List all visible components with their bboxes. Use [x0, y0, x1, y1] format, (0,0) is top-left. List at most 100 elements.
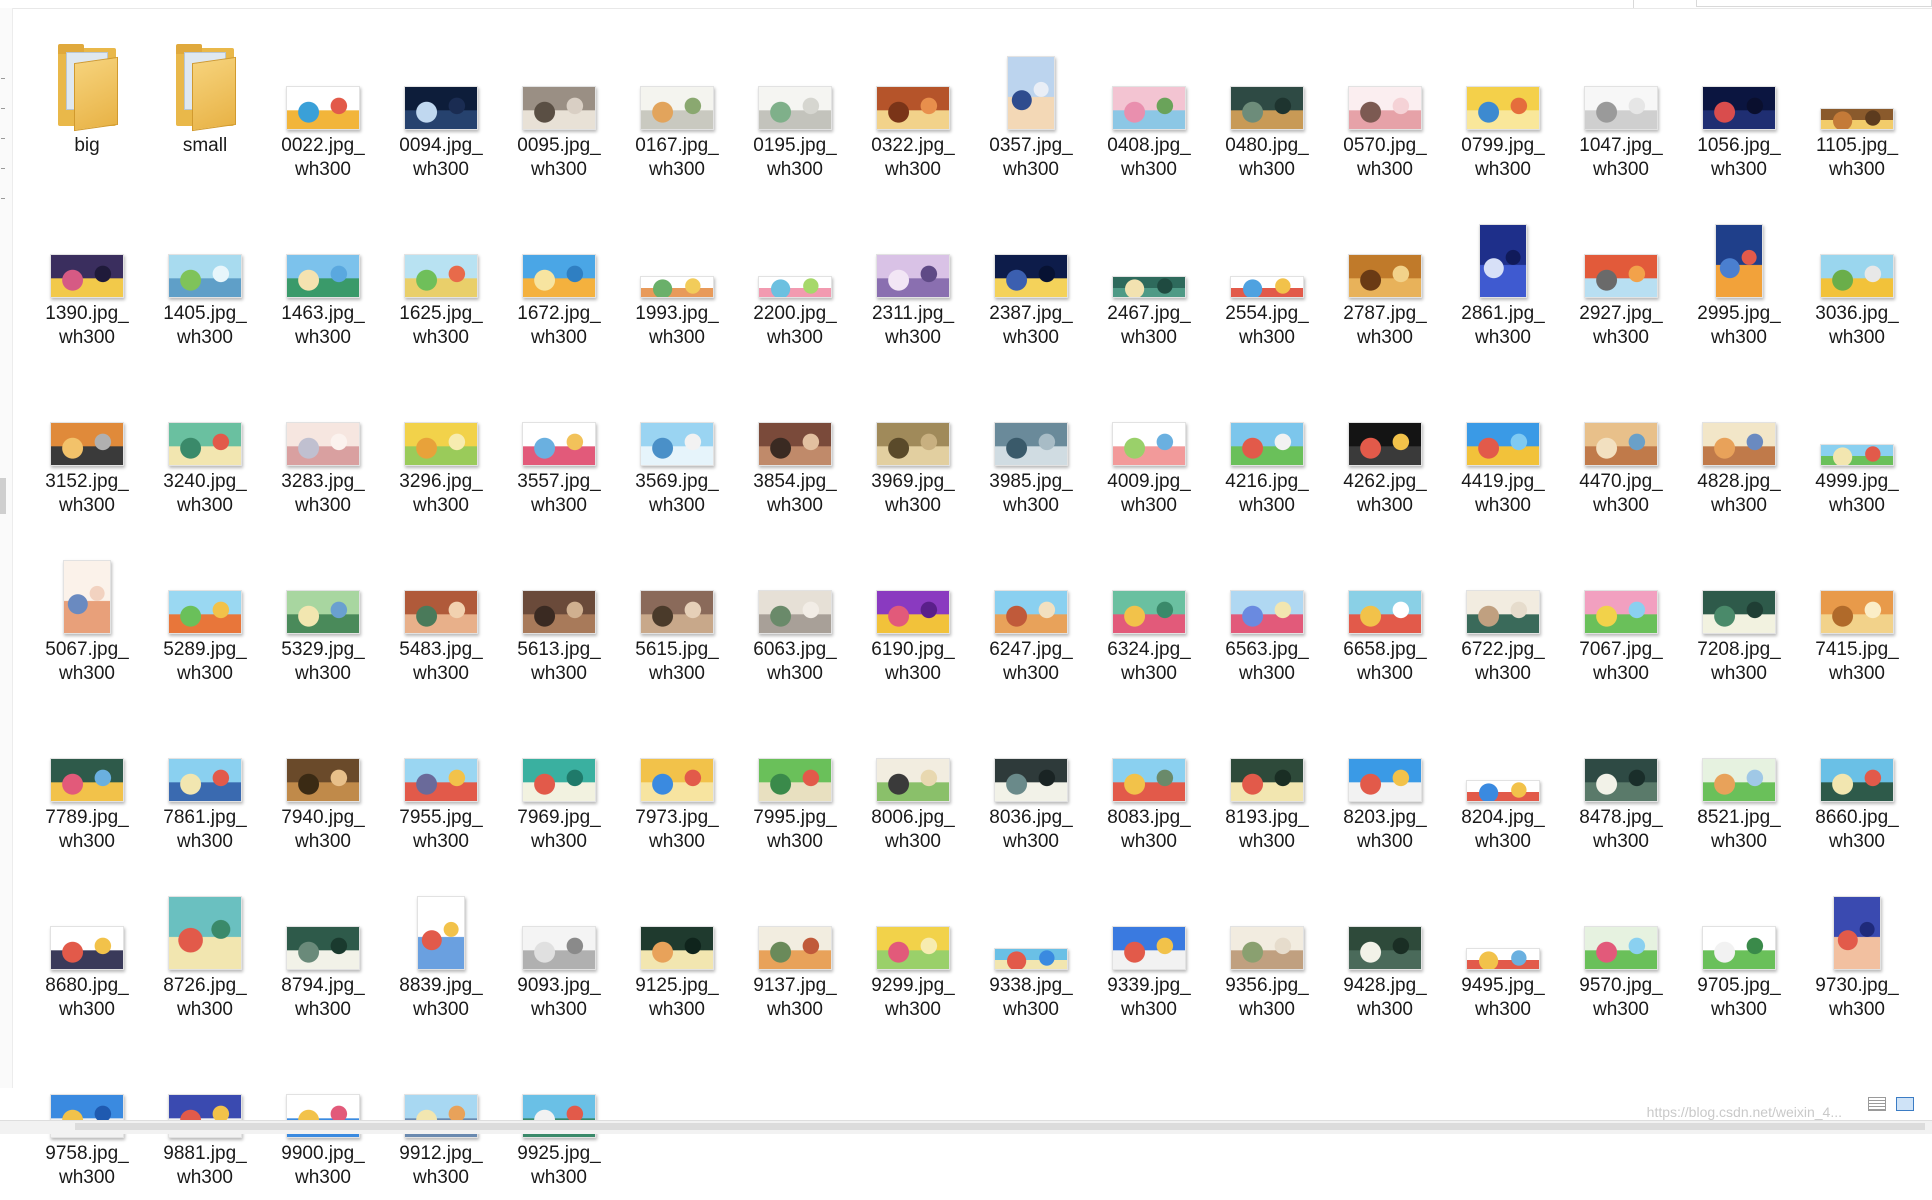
file-item[interactable]: 7861.jpg_ wh300 — [146, 696, 264, 864]
file-item[interactable]: 1047.jpg_ wh300 — [1562, 24, 1680, 192]
file-item[interactable]: 6563.jpg_ wh300 — [1208, 528, 1326, 696]
file-item[interactable]: 2200.jpg_ wh300 — [736, 192, 854, 360]
file-item[interactable]: 3557.jpg_ wh300 — [500, 360, 618, 528]
file-item[interactable]: 3240.jpg_ wh300 — [146, 360, 264, 528]
file-item[interactable]: 0167.jpg_ wh300 — [618, 24, 736, 192]
scrollbar-thumb[interactable] — [75, 1123, 1925, 1130]
file-item[interactable]: 0022.jpg_ wh300 — [264, 24, 382, 192]
file-item[interactable]: 8036.jpg_ wh300 — [972, 696, 1090, 864]
file-item[interactable]: 4828.jpg_ wh300 — [1680, 360, 1798, 528]
file-item[interactable]: 8203.jpg_ wh300 — [1326, 696, 1444, 864]
navigation-pane-edge[interactable] — [0, 8, 13, 1088]
file-item[interactable]: 1405.jpg_ wh300 — [146, 192, 264, 360]
file-item[interactable]: 8521.jpg_ wh300 — [1680, 696, 1798, 864]
file-item[interactable]: 3152.jpg_ wh300 — [28, 360, 146, 528]
file-item[interactable]: 7067.jpg_ wh300 — [1562, 528, 1680, 696]
file-item[interactable]: 0408.jpg_ wh300 — [1090, 24, 1208, 192]
file-item[interactable]: 7969.jpg_ wh300 — [500, 696, 618, 864]
file-item[interactable]: 4216.jpg_ wh300 — [1208, 360, 1326, 528]
file-item[interactable]: 8083.jpg_ wh300 — [1090, 696, 1208, 864]
file-item[interactable]: 5067.jpg_ wh300 — [28, 528, 146, 696]
file-item[interactable]: 1463.jpg_ wh300 — [264, 192, 382, 360]
file-item[interactable]: 9758.jpg_ wh300 — [28, 1032, 146, 1200]
file-item[interactable]: 9912.jpg_ wh300 — [382, 1032, 500, 1200]
horizontal-scrollbar[interactable] — [0, 1120, 1932, 1134]
file-item[interactable]: 0480.jpg_ wh300 — [1208, 24, 1326, 192]
file-item[interactable]: 7415.jpg_ wh300 — [1798, 528, 1916, 696]
file-item[interactable]: 6247.jpg_ wh300 — [972, 528, 1090, 696]
file-item[interactable]: 7208.jpg_ wh300 — [1680, 528, 1798, 696]
file-item[interactable]: 4999.jpg_ wh300 — [1798, 360, 1916, 528]
file-item[interactable]: 9125.jpg_ wh300 — [618, 864, 736, 1032]
file-item[interactable]: 6658.jpg_ wh300 — [1326, 528, 1444, 696]
file-item[interactable]: 0357.jpg_ wh300 — [972, 24, 1090, 192]
file-item[interactable]: 4470.jpg_ wh300 — [1562, 360, 1680, 528]
file-item[interactable]: 9730.jpg_ wh300 — [1798, 864, 1916, 1032]
file-item[interactable]: 3036.jpg_ wh300 — [1798, 192, 1916, 360]
tree-expander-icon[interactable] — [1, 198, 5, 199]
search-box-edge[interactable] — [1696, 0, 1932, 7]
file-item[interactable]: 6190.jpg_ wh300 — [854, 528, 972, 696]
file-item[interactable]: 3985.jpg_ wh300 — [972, 360, 1090, 528]
file-item[interactable]: 1672.jpg_ wh300 — [500, 192, 618, 360]
file-item[interactable]: 0570.jpg_ wh300 — [1326, 24, 1444, 192]
file-item[interactable]: 3854.jpg_ wh300 — [736, 360, 854, 528]
file-item[interactable]: 4419.jpg_ wh300 — [1444, 360, 1562, 528]
file-item[interactable]: 8839.jpg_ wh300 — [382, 864, 500, 1032]
file-item[interactable]: 2467.jpg_ wh300 — [1090, 192, 1208, 360]
file-item[interactable]: 0799.jpg_ wh300 — [1444, 24, 1562, 192]
file-item[interactable]: 2787.jpg_ wh300 — [1326, 192, 1444, 360]
file-item[interactable]: 8726.jpg_ wh300 — [146, 864, 264, 1032]
file-item[interactable]: 8478.jpg_ wh300 — [1562, 696, 1680, 864]
file-item[interactable]: 5289.jpg_ wh300 — [146, 528, 264, 696]
file-item[interactable]: 2554.jpg_ wh300 — [1208, 192, 1326, 360]
file-item[interactable]: 7973.jpg_ wh300 — [618, 696, 736, 864]
file-list-view[interactable]: big small 0022.jpg_ wh300 0094.jpg_ wh300 00… — [28, 24, 1918, 1188]
file-item[interactable]: 8794.jpg_ wh300 — [264, 864, 382, 1032]
file-item[interactable]: 8193.jpg_ wh300 — [1208, 696, 1326, 864]
file-item[interactable]: 9428.jpg_ wh300 — [1326, 864, 1444, 1032]
folder-item[interactable]: small — [146, 24, 264, 192]
file-item[interactable]: 6063.jpg_ wh300 — [736, 528, 854, 696]
tree-expander-icon[interactable] — [1, 168, 5, 169]
file-item[interactable]: 9900.jpg_ wh300 — [264, 1032, 382, 1200]
file-item[interactable]: 1105.jpg_ wh300 — [1798, 24, 1916, 192]
file-item[interactable]: 2927.jpg_ wh300 — [1562, 192, 1680, 360]
file-item[interactable]: 9299.jpg_ wh300 — [854, 864, 972, 1032]
file-item[interactable]: 0095.jpg_ wh300 — [500, 24, 618, 192]
file-item[interactable]: 3283.jpg_ wh300 — [264, 360, 382, 528]
file-item[interactable]: 7940.jpg_ wh300 — [264, 696, 382, 864]
file-item[interactable]: 5329.jpg_ wh300 — [264, 528, 382, 696]
file-item[interactable]: 7955.jpg_ wh300 — [382, 696, 500, 864]
file-item[interactable]: 6324.jpg_ wh300 — [1090, 528, 1208, 696]
file-item[interactable]: 1625.jpg_ wh300 — [382, 192, 500, 360]
file-item[interactable]: 4009.jpg_ wh300 — [1090, 360, 1208, 528]
file-item[interactable]: 6722.jpg_ wh300 — [1444, 528, 1562, 696]
file-item[interactable]: 8006.jpg_ wh300 — [854, 696, 972, 864]
file-item[interactable]: 3296.jpg_ wh300 — [382, 360, 500, 528]
file-item[interactable]: 9705.jpg_ wh300 — [1680, 864, 1798, 1032]
file-item[interactable]: 9137.jpg_ wh300 — [736, 864, 854, 1032]
file-item[interactable]: 8680.jpg_ wh300 — [28, 864, 146, 1032]
tree-expander-icon[interactable] — [1, 138, 5, 139]
tree-expander-icon[interactable] — [1, 108, 5, 109]
file-item[interactable]: 5613.jpg_ wh300 — [500, 528, 618, 696]
file-item[interactable]: 1056.jpg_ wh300 — [1680, 24, 1798, 192]
file-item[interactable]: 9339.jpg_ wh300 — [1090, 864, 1208, 1032]
file-item[interactable]: 7789.jpg_ wh300 — [28, 696, 146, 864]
file-item[interactable]: 0195.jpg_ wh300 — [736, 24, 854, 192]
file-item[interactable]: 9338.jpg_ wh300 — [972, 864, 1090, 1032]
file-item[interactable]: 3569.jpg_ wh300 — [618, 360, 736, 528]
file-item[interactable]: 9925.jpg_ wh300 — [500, 1032, 618, 1200]
file-item[interactable]: 3969.jpg_ wh300 — [854, 360, 972, 528]
file-item[interactable]: 8660.jpg_ wh300 — [1798, 696, 1916, 864]
tree-expander-icon[interactable] — [1, 78, 5, 79]
file-item[interactable]: 9881.jpg_ wh300 — [146, 1032, 264, 1200]
file-item[interactable]: 1390.jpg_ wh300 — [28, 192, 146, 360]
file-item[interactable]: 5615.jpg_ wh300 — [618, 528, 736, 696]
file-item[interactable]: 2311.jpg_ wh300 — [854, 192, 972, 360]
file-item[interactable]: 0322.jpg_ wh300 — [854, 24, 972, 192]
file-item[interactable]: 2387.jpg_ wh300 — [972, 192, 1090, 360]
file-item[interactable]: 7995.jpg_ wh300 — [736, 696, 854, 864]
file-item[interactable]: 9356.jpg_ wh300 — [1208, 864, 1326, 1032]
